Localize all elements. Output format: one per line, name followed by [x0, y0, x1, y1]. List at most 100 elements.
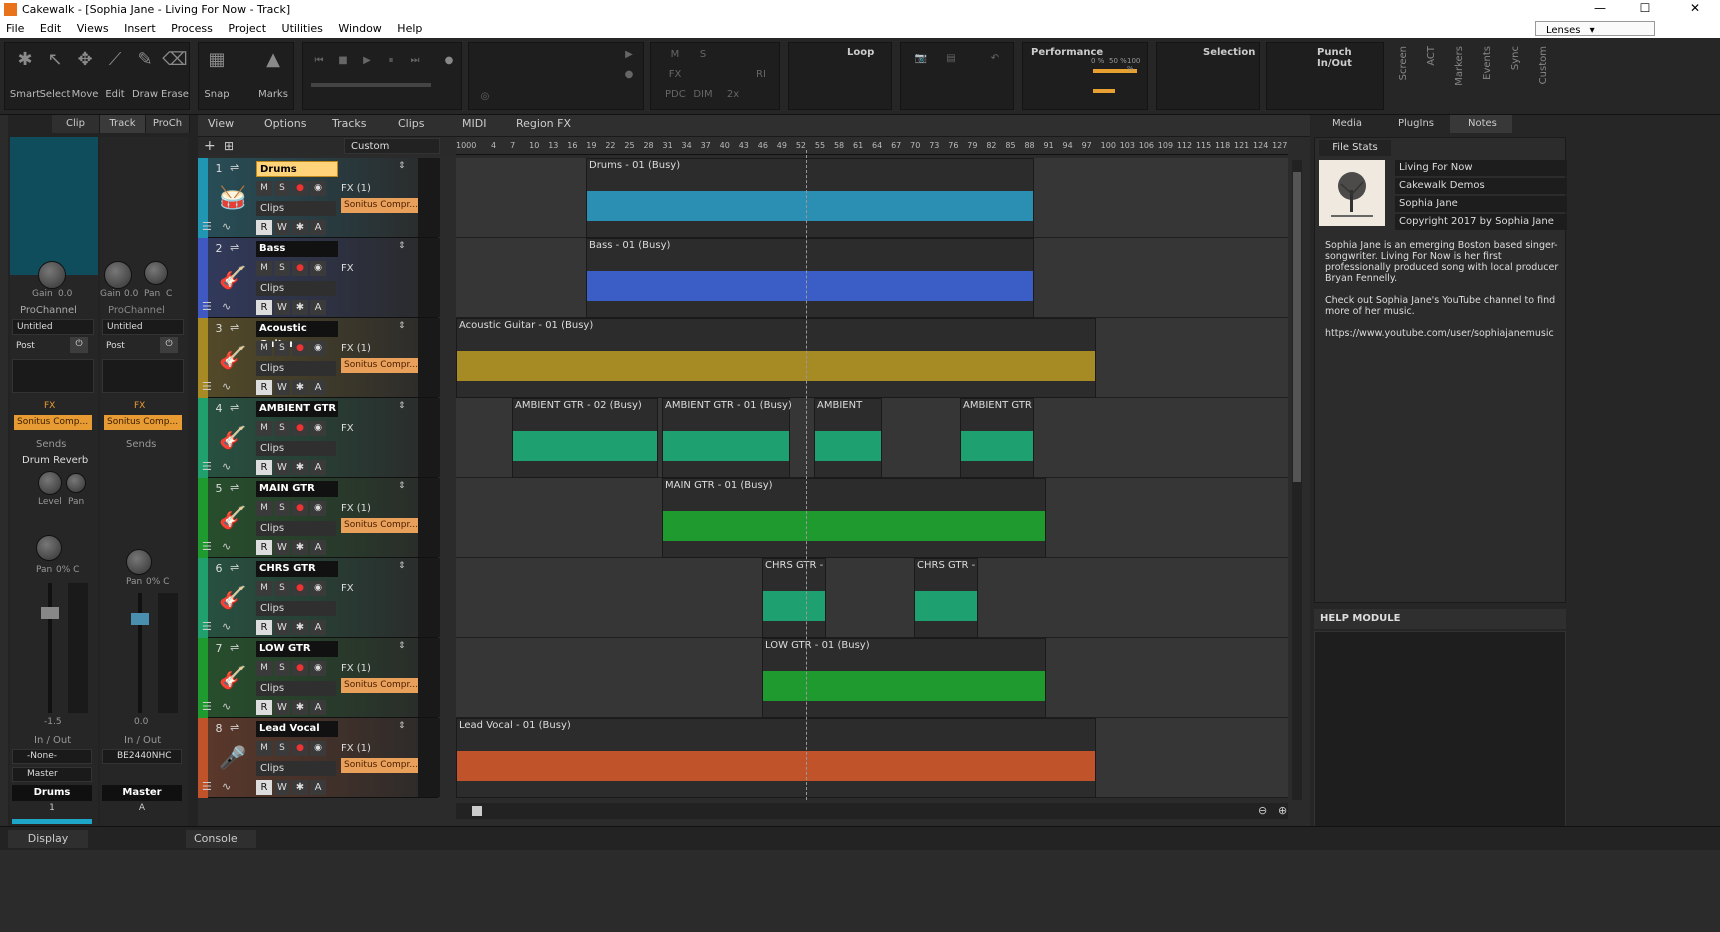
undo-icon[interactable]: ↶	[985, 51, 1005, 67]
track-name[interactable]: CHRS GTR	[256, 561, 338, 577]
track-name[interactable]: Bass	[256, 241, 338, 257]
fx-bin-label[interactable]: FX (1)	[341, 183, 371, 194]
read-automation-button[interactable]: R	[256, 220, 272, 235]
archive-button[interactable]: A	[310, 780, 326, 795]
menu-tracks[interactable]: Tracks	[332, 115, 367, 133]
audio-clip[interactable]: CHRS GTR -	[762, 558, 826, 638]
position-slider[interactable]	[311, 83, 431, 87]
input-echo-icon[interactable]: ◉	[310, 261, 326, 276]
clips-dropdown[interactable]: Clips	[256, 521, 336, 536]
track-lane-2[interactable]: Bass - 01 (Busy)	[456, 238, 1288, 318]
track-expand-icon[interactable]: ⇕	[398, 401, 406, 411]
archive-button[interactable]: A	[310, 620, 326, 635]
solo-button[interactable]: S	[274, 261, 290, 276]
menu-clips[interactable]: Clips	[398, 115, 425, 133]
track-name[interactable]: Acoustic Guitar	[256, 321, 338, 350]
track-header-6[interactable]: 6 ⇌ CHRS GTR ⇕ 🎸 M S ● ◉ FX Clips ☰ ∿ R W ✱ A	[198, 558, 438, 638]
write-automation-button[interactable]: W	[274, 380, 290, 395]
menu-views[interactable]: Views	[71, 20, 115, 38]
menu-midi[interactable]: MIDI	[462, 115, 486, 133]
record-arm-icon[interactable]: ●	[292, 581, 308, 596]
mute-button[interactable]: M	[256, 181, 272, 196]
track-lane-5[interactable]: MAIN GTR - 01 (Busy)	[456, 478, 1288, 558]
track-expand-icon[interactable]: ⇕	[398, 241, 406, 251]
fx-bin-label[interactable]: FX	[341, 263, 354, 274]
pan-knob[interactable]	[36, 535, 62, 561]
fx-plugin-slot[interactable]: Sonitus Compr...	[341, 758, 423, 773]
write-automation-button[interactable]: W	[274, 300, 290, 315]
tab-notes[interactable]: Notes	[1450, 115, 1512, 133]
read-automation-button[interactable]: R	[256, 620, 272, 635]
automation-icon[interactable]: ∿	[222, 300, 231, 313]
automation-icon[interactable]: ∿	[222, 780, 231, 793]
playhead[interactable]	[806, 150, 807, 800]
audio-clip[interactable]: LOW GTR - 01 (Busy)	[762, 638, 1046, 718]
project-notes[interactable]: Sophia Jane is an emerging Boston based …	[1325, 240, 1568, 339]
track-lane-1[interactable]: Drums - 01 (Busy)	[456, 158, 1288, 238]
select-tool[interactable]: ↖ Select	[39, 49, 71, 100]
input-echo-icon[interactable]: ◉	[310, 421, 326, 436]
read-automation-button[interactable]: R	[256, 460, 272, 475]
maximize-button[interactable]: ☐	[1625, 1, 1665, 19]
horizontal-scrollbar[interactable]	[456, 803, 1288, 819]
audio-clip[interactable]: Drums - 01 (Busy)	[586, 158, 1034, 238]
menu-project[interactable]: Project	[222, 20, 272, 38]
record-arm-icon[interactable]: ●	[292, 661, 308, 676]
track-header-2[interactable]: 2 ⇌ Bass ⇕ 🎸 M S ● ◉ FX Clips ☰ ∿ R W ✱ A	[198, 238, 438, 318]
zoom-in-icon[interactable]: ⊕	[1278, 804, 1287, 817]
automation-icon[interactable]: ∿	[222, 540, 231, 553]
record-arm-icon[interactable]: ●	[292, 181, 308, 196]
record-arm-icon[interactable]: ●	[292, 341, 308, 356]
volume-fader-handle[interactable]	[41, 607, 59, 619]
write-automation-button[interactable]: W	[274, 780, 290, 795]
track-header-3[interactable]: 3 ⇌ Acoustic Guitar ⇕ 🎸 MS●◉ FX (1) Sonitus Com…	[198, 318, 438, 398]
track-expand-icon[interactable]: ⇕	[398, 321, 406, 331]
audio-clip[interactable]: MAIN GTR - 01 (Busy)	[662, 478, 1046, 558]
horizontal-scroll-thumb[interactable]	[472, 806, 482, 816]
zoom-out-icon[interactable]: ⊖	[1258, 804, 1267, 817]
sync-tab[interactable]: Sync	[1510, 46, 1521, 70]
freeze-icon[interactable]: ✱	[292, 460, 308, 475]
send-level-knob[interactable]	[38, 471, 62, 495]
menu-utilities[interactable]: Utilities	[276, 20, 329, 38]
archive-button[interactable]: A	[310, 220, 326, 235]
power-icon[interactable]: ⏻	[70, 337, 88, 353]
freeze-icon[interactable]: ✱	[292, 700, 308, 715]
audio-clip[interactable]: Bass - 01 (Busy)	[586, 238, 1034, 318]
archive-button[interactable]: A	[310, 380, 326, 395]
stop-icon[interactable]: ■	[333, 53, 353, 69]
automation-icon[interactable]: ∿	[222, 380, 231, 393]
add-track-icon[interactable]: +	[204, 138, 216, 154]
edit-tool[interactable]: ⟋ Edit	[99, 49, 131, 100]
freeze-icon[interactable]: ✱	[292, 220, 308, 235]
play-icon[interactable]: ▶	[357, 53, 377, 69]
pause-icon[interactable]: ⏸	[381, 53, 401, 69]
lanes-icon[interactable]: ☰	[202, 540, 212, 553]
lanes-icon[interactable]: ☰	[202, 460, 212, 473]
preset-field[interactable]: Untitled	[12, 319, 94, 335]
tab-track[interactable]: Track	[100, 115, 146, 133]
twox-button[interactable]: 2x	[723, 87, 743, 103]
track-lane-6[interactable]: CHRS GTR - CHRS GTR -	[456, 558, 1288, 638]
solo-button[interactable]: S	[274, 501, 290, 516]
track-header-8[interactable]: 8 ⇌ Lead Vocal ⇕ 🎤 M S ● ◉ FX (1) Sonitus Compr...…	[198, 718, 438, 798]
input-echo-icon[interactable]: ◉	[310, 341, 326, 356]
duplicate-track-icon[interactable]: ⊞	[224, 139, 234, 153]
lanes-icon[interactable]: ☰	[202, 620, 212, 633]
tab-media[interactable]: Media	[1314, 115, 1378, 133]
fx-plugin-slot[interactable]: Sonitus Compr...	[341, 518, 423, 533]
input-echo-icon[interactable]: ◉	[310, 181, 326, 196]
track-lane-8[interactable]: Lead Vocal - 01 (Busy)	[456, 718, 1288, 798]
write-automation-button[interactable]: W	[274, 220, 290, 235]
read-automation-button[interactable]: R	[256, 300, 272, 315]
fx-bin-label[interactable]: FX (1)	[341, 663, 371, 674]
read-automation-button[interactable]: R	[256, 780, 272, 795]
read-automation-button[interactable]: R	[256, 540, 272, 555]
file-stats-tab[interactable]: File Stats	[1319, 140, 1391, 156]
dim-button[interactable]: DIM	[693, 87, 713, 103]
master-preset-field[interactable]: Untitled	[102, 319, 184, 335]
master-gain-knob[interactable]	[104, 261, 132, 289]
clips-dropdown[interactable]: Clips	[256, 601, 336, 616]
lanes-icon[interactable]: ☰	[202, 780, 212, 793]
fx-bin-label[interactable]: FX (1)	[341, 743, 371, 754]
